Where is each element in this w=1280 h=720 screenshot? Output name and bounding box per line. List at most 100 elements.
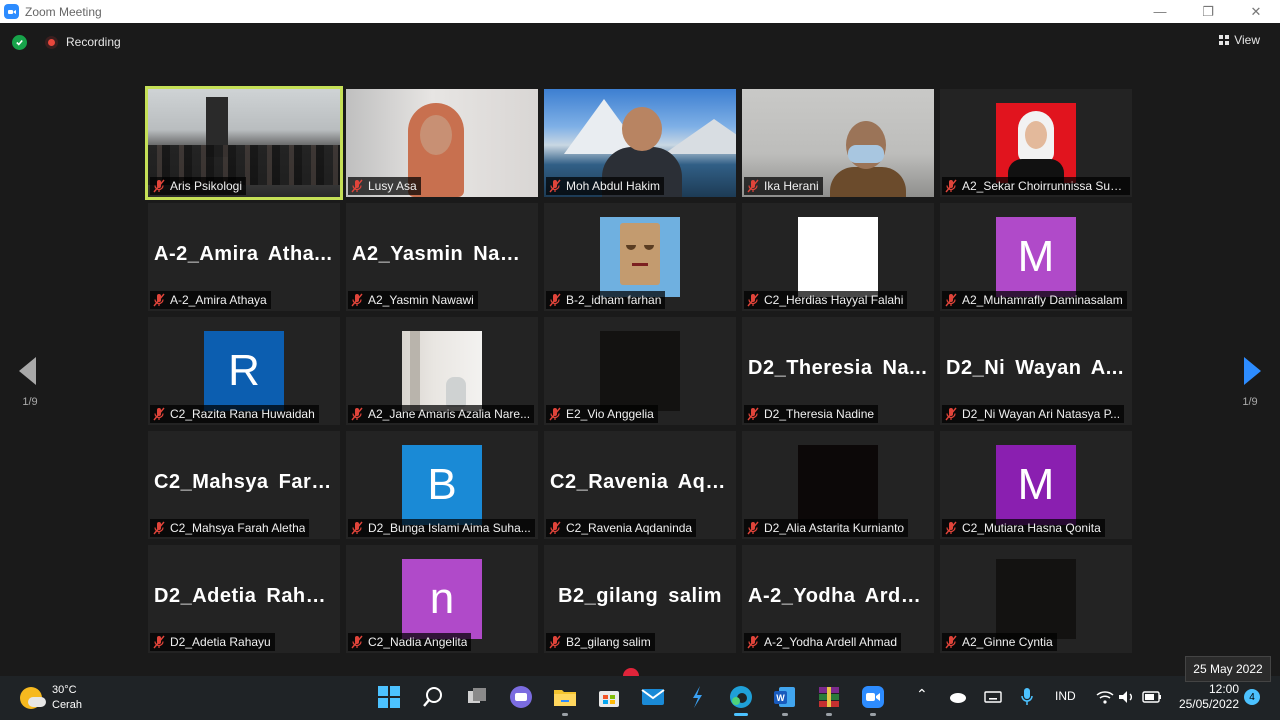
participant-name-tag: A2_Muhamrafly Daminasalam	[942, 291, 1127, 309]
participant-tile[interactable]: D2_Adetia Raha... D2_Adetia Rahayu	[148, 545, 340, 653]
word-icon[interactable]: W	[772, 684, 798, 716]
participant-name-tag: C2_Ravenia Aqdaninda	[546, 519, 697, 537]
participant-tile[interactable]: Moh Abdul Hakim	[544, 89, 736, 197]
participant-tile[interactable]: A-2_Yodha Arde... A-2_Yodha Ardell Ahmad	[742, 545, 934, 653]
file-explorer-icon[interactable]	[552, 684, 578, 716]
participant-tile[interactable]: A-2_Amira Atha... A-2_Amira Athaya	[148, 203, 340, 311]
notification-badge[interactable]: 4	[1244, 689, 1260, 705]
vscode-icon[interactable]	[684, 684, 710, 710]
participant-display-name: D2_Ni Wayan A...	[946, 357, 1124, 379]
participant-tile[interactable]: M C2_Mutiara Hasna Qonita	[940, 431, 1132, 539]
muted-microphone-icon	[548, 521, 562, 535]
participant-tile[interactable]: D2_Theresia Na... D2_Theresia Nadine	[742, 317, 934, 425]
grid-view-icon	[1219, 35, 1230, 45]
security-shield-icon[interactable]	[12, 35, 27, 50]
participant-tile[interactable]: Aris Psikologi	[145, 86, 343, 200]
muted-microphone-icon	[548, 293, 562, 307]
svg-text:W: W	[776, 693, 785, 703]
participant-name-tag: C2_Herdias Hayyal Falahi	[744, 291, 908, 309]
participant-name-tag: C2_Mahsya Farah Aletha	[150, 519, 310, 537]
participant-tile[interactable]: D2_Alia Astarita Kurnianto	[742, 431, 934, 539]
participant-name-tag: A2_Ginne Cyntia	[942, 633, 1057, 651]
participant-name: Ika Herani	[764, 179, 819, 193]
winrar-icon[interactable]	[816, 684, 842, 716]
system-clock[interactable]: 12:00 25/05/2022	[1173, 682, 1239, 712]
participant-name: A2_Muhamrafly Daminasalam	[962, 293, 1123, 307]
maximize-button[interactable]: ❐	[1184, 0, 1232, 23]
weather-temperature: 30°C	[52, 684, 77, 696]
chat-icon[interactable]	[508, 684, 534, 710]
search-icon[interactable]	[420, 684, 446, 710]
previous-page-button[interactable]: 1/9	[0, 325, 60, 421]
start-icon[interactable]	[376, 684, 402, 710]
store-icon[interactable]	[596, 684, 622, 710]
participant-tile[interactable]: n C2_Nadia Angelita	[346, 545, 538, 653]
participant-name-tag: Ika Herani	[744, 177, 823, 195]
participant-name: C2_Herdias Hayyal Falahi	[764, 293, 904, 307]
participant-name: C2_Razita Rana Huwaidah	[170, 407, 315, 421]
recording-label[interactable]: Recording	[66, 35, 121, 49]
close-button[interactable]: ✕	[1232, 0, 1280, 23]
participant-name: Aris Psikologi	[170, 179, 243, 193]
participant-name: D2_Adetia Rahayu	[170, 635, 271, 649]
participant-display-name: D2_Theresia Na...	[748, 357, 928, 379]
participant-name-tag: D2_Theresia Nadine	[744, 405, 879, 423]
muted-microphone-icon	[350, 179, 364, 193]
edge-icon[interactable]	[728, 684, 754, 716]
next-page-button[interactable]: 1/9	[1220, 325, 1280, 421]
weather-widget[interactable]: 30°C Cerah	[20, 683, 82, 713]
meeting-controls-handle[interactable]	[623, 668, 639, 676]
window-controls: — ❐ ✕	[1136, 0, 1280, 23]
participant-tile[interactable]: B D2_Bunga Islami Aima Suha...	[346, 431, 538, 539]
muted-microphone-icon	[152, 293, 166, 307]
participant-tile[interactable]: C2_Ravenia Aqd... C2_Ravenia Aqdaninda	[544, 431, 736, 539]
participant-display-name: A-2_Amira Atha...	[154, 243, 333, 265]
minimize-button[interactable]: —	[1136, 0, 1184, 23]
participant-name-tag: D2_Ni Wayan Ari Natasya P...	[942, 405, 1125, 423]
onedrive-icon[interactable]	[944, 684, 970, 710]
task-view-icon[interactable]	[464, 684, 490, 710]
participant-tile[interactable]: Lusy Asa	[346, 89, 538, 197]
mail-icon[interactable]	[640, 684, 666, 710]
chevron-up-icon[interactable]: ⌃	[916, 686, 928, 703]
muted-microphone-icon	[152, 179, 166, 193]
participant-tile[interactable]: C2_Mahsya Fara... C2_Mahsya Farah Aletha	[148, 431, 340, 539]
participant-tile[interactable]: A2_Jane Amaris Azalia Nare...	[346, 317, 538, 425]
microphone-icon[interactable]	[1014, 684, 1040, 710]
participant-name-tag: Aris Psikologi	[150, 177, 247, 195]
participant-name: A2_Jane Amaris Azalia Nare...	[368, 407, 531, 421]
participant-tile[interactable]: C2_Herdias Hayyal Falahi	[742, 203, 934, 311]
muted-microphone-icon	[152, 407, 166, 421]
participant-tile[interactable]: A2_Ginne Cyntia	[940, 545, 1132, 653]
zoom-icon[interactable]	[860, 684, 886, 716]
participant-tile[interactable]: A2_Sekar Choirrunnissa Sup...	[940, 89, 1132, 197]
keyboard-icon[interactable]	[980, 684, 1006, 710]
view-button[interactable]: View	[1219, 33, 1260, 47]
volume-icon[interactable]	[1114, 684, 1140, 710]
language-indicator[interactable]: IND	[1055, 689, 1076, 703]
muted-microphone-icon	[350, 635, 364, 649]
muted-microphone-icon	[350, 293, 364, 307]
participant-tile[interactable]: M A2_Muhamrafly Daminasalam	[940, 203, 1132, 311]
window-title: Zoom Meeting	[25, 4, 102, 19]
participant-tile[interactable]: A2_Yasmin Naw... A2_Yasmin Nawawi	[346, 203, 538, 311]
battery-icon[interactable]	[1139, 684, 1165, 710]
avatar-letter: M	[996, 445, 1076, 525]
profile-photo	[798, 445, 878, 525]
participant-tile[interactable]: B2_gilang salim B2_gilang salim	[544, 545, 736, 653]
muted-microphone-icon	[152, 635, 166, 649]
participant-name-tag: D2_Alia Astarita Kurnianto	[744, 519, 909, 537]
participant-tile[interactable]: B-2_idham farhan	[544, 203, 736, 311]
participant-display-name: A-2_Yodha Arde...	[748, 585, 928, 607]
recording-icon[interactable]	[45, 36, 58, 49]
date-tooltip: 25 May 2022	[1185, 656, 1271, 682]
participant-tile[interactable]: D2_Ni Wayan A... D2_Ni Wayan Ari Natasya …	[940, 317, 1132, 425]
participant-tile[interactable]: R C2_Razita Rana Huwaidah	[148, 317, 340, 425]
participant-display-name: D2_Adetia Raha...	[154, 585, 334, 607]
participant-tile[interactable]: Ika Herani	[742, 89, 934, 197]
participant-name-tag: Moh Abdul Hakim	[546, 177, 665, 195]
participant-name: C2_Nadia Angelita	[368, 635, 468, 649]
participant-name: A2_Sekar Choirrunnissa Sup...	[962, 179, 1126, 193]
participant-tile[interactable]: E2_Vio Anggelia	[544, 317, 736, 425]
participant-name: Moh Abdul Hakim	[566, 179, 661, 193]
